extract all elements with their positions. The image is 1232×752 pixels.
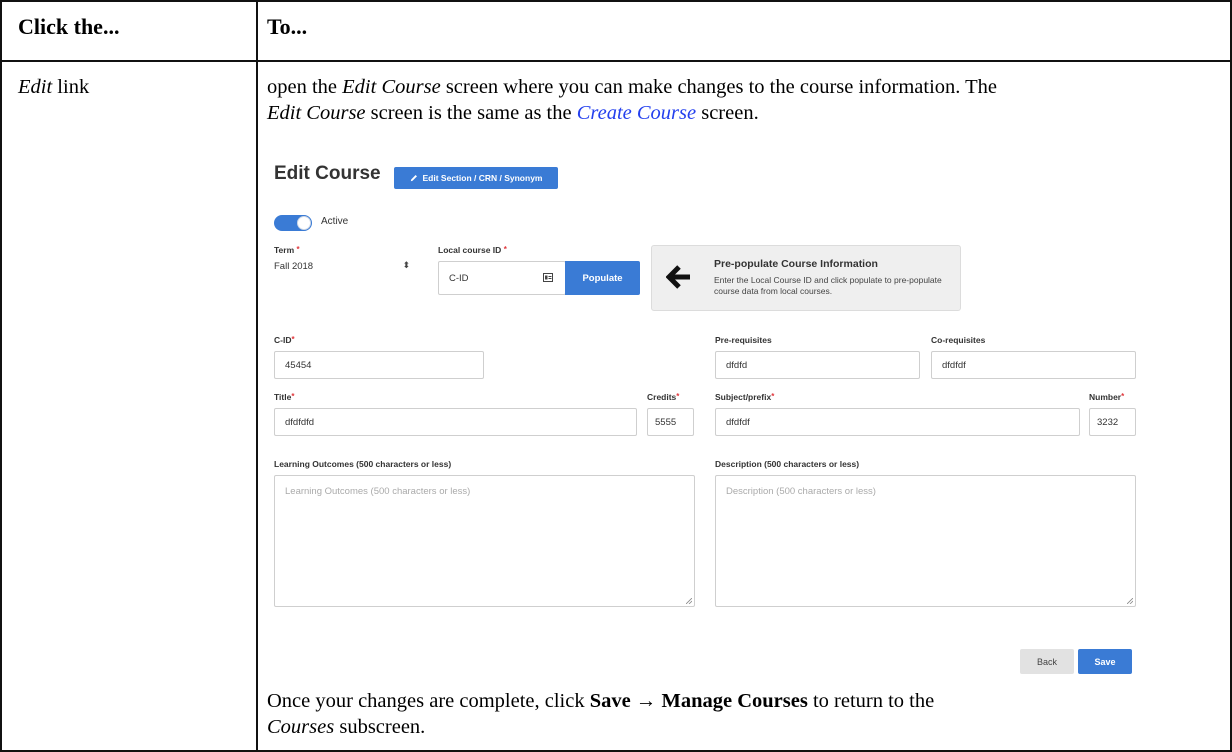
prepopulate-title: Pre-populate Course Information xyxy=(714,258,878,270)
page-title: Edit Course xyxy=(274,163,381,184)
number-label: Number* xyxy=(1089,392,1124,402)
outro-paragraph: Once your changes are complete, click Sa… xyxy=(267,688,1222,740)
title-value: dfdfdfd xyxy=(285,416,315,428)
term-label-text: Term xyxy=(274,245,295,255)
pencil-icon xyxy=(410,175,417,182)
header-to: To... xyxy=(267,14,308,39)
select-arrows-icon: ⬍ xyxy=(402,260,410,270)
subject-label: Subject/prefix* xyxy=(715,392,774,402)
instruction-table: Click the... To... Edit link open the Ed… xyxy=(0,0,1232,752)
number-value: 3232 xyxy=(1097,416,1119,428)
required-mark: * xyxy=(771,392,775,401)
term-label: Term * xyxy=(274,245,300,255)
subject-input[interactable]: dfdfdf xyxy=(715,408,1080,436)
header-click-the: Click the... xyxy=(18,14,120,39)
description-textarea[interactable]: Description (500 characters or less) xyxy=(715,475,1136,607)
prereq-value: dfdfd xyxy=(726,359,748,371)
outro-save-manage: Save → Manage Courses xyxy=(589,690,808,712)
edit-section-label: Edit Section / CRN / Synonym xyxy=(422,173,543,183)
toggle-knob xyxy=(297,216,311,230)
required-mark: * xyxy=(1121,392,1125,401)
prereq-label: Pre-requisites xyxy=(715,335,772,345)
coreq-label: Co-requisites xyxy=(931,335,986,345)
table-border-middle xyxy=(256,0,258,752)
description-placeholder: Description (500 characters or less) xyxy=(726,486,876,497)
arrow-left-icon xyxy=(666,265,690,289)
title-label: Title* xyxy=(274,392,294,402)
title-label-text: Title xyxy=(274,392,292,402)
cid-label-text: C-ID xyxy=(274,335,292,345)
intro-text-3: screen is the same as the xyxy=(365,102,577,124)
term-value: Fall 2018 xyxy=(274,261,314,272)
outro-text-2: to return to the xyxy=(807,690,935,712)
active-label: Active xyxy=(321,216,349,227)
term-select[interactable]: Fall 2018 ⬍ xyxy=(274,260,414,275)
coreq-value: dfdfdf xyxy=(942,359,966,371)
edit-section-button[interactable]: Edit Section / CRN / Synonym xyxy=(394,167,558,189)
description-label: Description (500 characters or less) xyxy=(715,459,860,469)
local-course-value: C-ID xyxy=(449,272,469,284)
credits-value: 5555 xyxy=(655,416,677,428)
intro-paragraph: open the Edit Course screen where you ca… xyxy=(267,74,1222,126)
prepopulate-info-box: Pre-populate Course Information Enter th… xyxy=(651,245,961,311)
intro-text-2: screen where you can make changes to the… xyxy=(440,76,998,98)
id-card-icon xyxy=(543,273,553,282)
required-mark: * xyxy=(503,245,507,254)
outcomes-label: Learning Outcomes (500 characters or les… xyxy=(274,459,452,469)
outro-text-1: Once your changes are complete, click xyxy=(267,690,590,712)
outro-text-3: subscreen. xyxy=(334,716,426,738)
intro-edit-course: Edit Course xyxy=(342,76,441,98)
required-mark: * xyxy=(676,392,680,401)
required-mark: * xyxy=(291,392,295,401)
cid-value: 45454 xyxy=(285,359,312,371)
outcomes-placeholder: Learning Outcomes (500 characters or les… xyxy=(285,486,471,497)
table-border-top xyxy=(0,0,1232,2)
resize-handle-icon[interactable] xyxy=(686,598,692,604)
active-toggle[interactable] xyxy=(274,215,312,231)
table-border-header xyxy=(0,60,1232,62)
required-mark: * xyxy=(296,245,300,254)
subject-label-text: Subject/prefix xyxy=(715,392,772,402)
outro-courses: Courses xyxy=(267,716,335,738)
row-action-cell: Edit link xyxy=(18,74,89,100)
local-course-label-text: Local course ID xyxy=(438,245,502,255)
populate-button[interactable]: Populate xyxy=(565,261,640,295)
prepopulate-description: Enter the Local Course ID and click popu… xyxy=(714,275,942,296)
intro-edit-course-2: Edit Course xyxy=(267,102,366,124)
save-button[interactable]: Save xyxy=(1078,649,1132,674)
resize-handle-icon[interactable] xyxy=(1127,598,1133,604)
credits-label: Credits* xyxy=(647,392,679,402)
local-course-label: Local course ID * xyxy=(438,245,507,255)
credits-label-text: Credits xyxy=(647,392,677,402)
edit-course-screenshot: Edit Course Edit Section / CRN / Synonym… xyxy=(262,155,1162,685)
edit-term: Edit xyxy=(18,76,53,98)
credits-input[interactable]: 5555 xyxy=(647,408,694,436)
back-button[interactable]: Back xyxy=(1020,649,1074,674)
prereq-input[interactable]: dfdfd xyxy=(715,351,920,379)
outcomes-textarea[interactable]: Learning Outcomes (500 characters or les… xyxy=(274,475,695,607)
link-word: link xyxy=(52,76,90,98)
number-label-text: Number xyxy=(1089,392,1122,402)
coreq-input[interactable]: dfdfdf xyxy=(931,351,1136,379)
required-mark: * xyxy=(291,335,295,344)
intro-text-4: screen. xyxy=(696,102,759,124)
table-border-left xyxy=(0,0,2,752)
create-course-link[interactable]: Create Course xyxy=(577,102,696,124)
subject-value: dfdfdf xyxy=(726,416,750,428)
cid-input[interactable]: 45454 xyxy=(274,351,484,379)
intro-text-1: open the xyxy=(267,76,343,98)
number-input[interactable]: 3232 xyxy=(1089,408,1136,436)
title-input[interactable]: dfdfdfd xyxy=(274,408,637,436)
cid-label: C-ID* xyxy=(274,335,295,345)
